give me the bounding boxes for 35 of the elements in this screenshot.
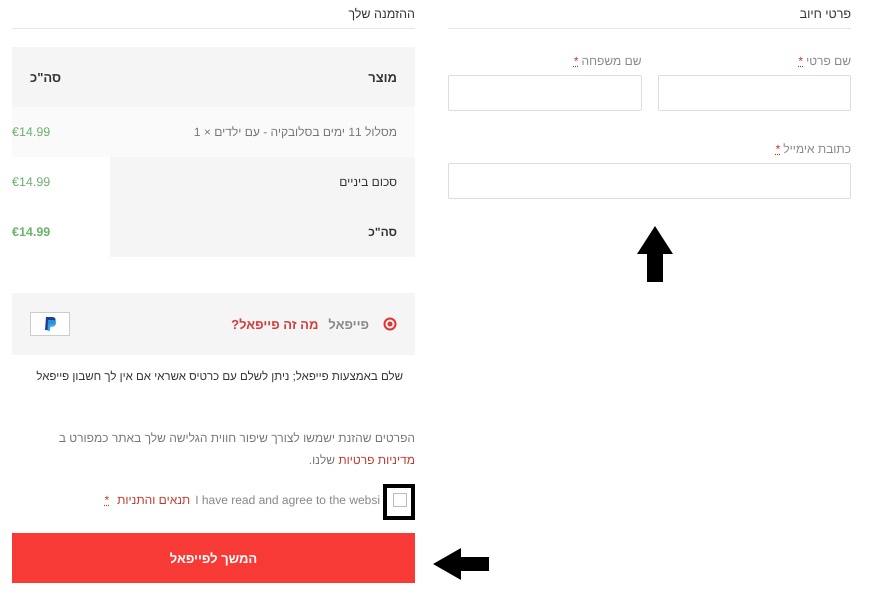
payment-description: שלם באמצעות פייפאל; ניתן לשלם עם כרטיס אשראי אם אין לך חשבון פייפאל — [35, 371, 403, 383]
terms-link[interactable]: תנאים והתניות — [117, 493, 190, 507]
input-field[interactable] — [658, 75, 851, 111]
total-label: סכום ביניים — [339, 175, 397, 189]
privacy-notice: הפרטים שהזנת ישמשו לצורך שיפור חווית הגלישה שלך באתר כמפורט ב מדיניות פרטיות שלנו. — [58, 430, 415, 469]
highlight-frame — [383, 484, 415, 520]
price: €14.99 — [12, 125, 52, 139]
column-header: סה"כ — [30, 70, 62, 84]
up-arrow-icon — [635, 224, 675, 284]
payment-label: פייפאל — [328, 316, 369, 332]
section-title: ההזמנה שלך — [347, 6, 415, 23]
required-mark: * — [104, 493, 110, 507]
price: €14.99 — [12, 175, 52, 189]
field-label: שם פרטי — [806, 54, 851, 68]
required-mark: * — [776, 142, 780, 156]
help-link[interactable]: מה זה פייפאל? — [231, 316, 318, 332]
product-name: מסלול 11 ימים בסלובקיה - עם ילדים × 1 — [194, 125, 397, 139]
input-field[interactable] — [448, 75, 642, 111]
left-arrow-icon — [431, 546, 491, 582]
checkbox[interactable] — [393, 493, 407, 507]
section-title: פרטי חיוב — [798, 6, 851, 23]
total-label: סה"כ — [368, 225, 397, 239]
field-label: כתובת אימייל — [783, 142, 851, 156]
column-header: מוצר — [368, 70, 397, 84]
required-mark: * — [798, 54, 804, 68]
radio-button[interactable] — [383, 317, 397, 331]
payment-logo-icon — [30, 312, 70, 336]
field-label: שם משפחה — [582, 54, 642, 68]
privacy-link[interactable]: מדיניות פרטיות — [338, 453, 415, 467]
input-field[interactable] — [448, 163, 851, 199]
submit-button[interactable]: המשך לפייפאל — [12, 533, 415, 583]
payment-method[interactable]: פייפאל מה זה פייפאל? — [12, 293, 415, 355]
price: €14.99 — [12, 225, 52, 239]
terms-text: I have read and agree to the websi — [195, 493, 380, 507]
required-mark: * — [574, 54, 579, 68]
